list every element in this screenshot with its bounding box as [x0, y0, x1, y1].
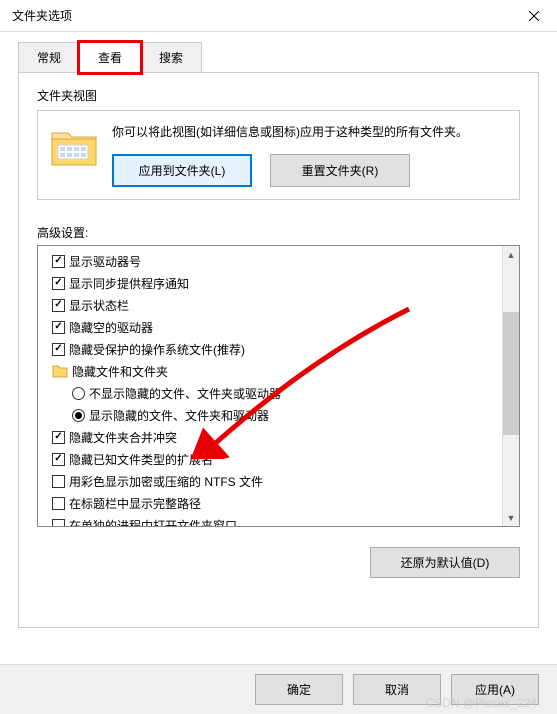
window-title: 文件夹选项	[12, 7, 72, 24]
folder-view-group: 你可以将此视图(如详细信息或图标)应用于这种类型的所有文件夹。 应用到文件夹(L…	[37, 110, 520, 200]
tree-item[interactable]: 不显示隐藏的文件、文件夹或驱动器	[42, 382, 498, 404]
titlebar: 文件夹选项	[0, 0, 557, 32]
reset-folders-button[interactable]: 重置文件夹(R)	[270, 154, 410, 187]
tab-panel-view: 文件夹视图 你可以将此视图(如详细信息或图标)应用于这种类型的所有文件夹。 应用…	[18, 73, 539, 628]
dialog-button-bar: 确定 取消 应用(A)	[0, 664, 557, 714]
close-button[interactable]	[511, 0, 557, 32]
scroll-up-button[interactable]: ▲	[503, 246, 519, 263]
radio[interactable]	[72, 387, 85, 400]
folder-icon	[50, 125, 98, 169]
tab-search[interactable]: 搜索	[140, 42, 202, 72]
tree-item-label: 显示驱动器号	[69, 253, 141, 270]
tree-item[interactable]: 显示状态栏	[42, 294, 498, 316]
checkbox[interactable]	[52, 475, 65, 488]
restore-defaults-button[interactable]: 还原为默认值(D)	[370, 547, 520, 578]
tree-item[interactable]: 隐藏空的驱动器	[42, 316, 498, 338]
scroll-track[interactable]	[503, 263, 519, 509]
tree-item[interactable]: 在单独的进程中打开文件夹窗口	[42, 514, 498, 526]
checkbox[interactable]	[52, 519, 65, 527]
scroll-thumb[interactable]	[503, 312, 519, 435]
tree-item-label: 在标题栏中显示完整路径	[69, 495, 201, 512]
tree-item-label: 在单独的进程中打开文件夹窗口	[69, 517, 237, 527]
folder-view-buttons: 应用到文件夹(L) 重置文件夹(R)	[112, 154, 507, 187]
tree-item[interactable]: 在标题栏中显示完整路径	[42, 492, 498, 514]
tree-item-label: 显示同步提供程序通知	[69, 275, 189, 292]
dialog-body: 常规 查看 搜索 文件夹视图 你可以将此视图(如详细信息或图标)应用于这种类型的…	[0, 32, 557, 628]
folder-view-description: 你可以将此视图(如详细信息或图标)应用于这种类型的所有文件夹。	[112, 123, 507, 142]
checkbox[interactable]	[52, 453, 65, 466]
restore-defaults-row: 还原为默认值(D)	[37, 547, 520, 578]
tree-item[interactable]: 显示隐藏的文件、文件夹和驱动器	[42, 404, 498, 426]
cancel-button[interactable]: 取消	[353, 674, 441, 705]
checkbox[interactable]	[52, 431, 65, 444]
checkbox[interactable]	[52, 277, 65, 290]
checkbox[interactable]	[52, 299, 65, 312]
advanced-tree[interactable]: 显示驱动器号显示同步提供程序通知显示状态栏隐藏空的驱动器隐藏受保护的操作系统文件…	[38, 246, 502, 526]
checkbox[interactable]	[52, 343, 65, 356]
checkbox[interactable]	[52, 497, 65, 510]
tree-item[interactable]: 隐藏文件和文件夹	[42, 360, 498, 382]
tree-item[interactable]: 用彩色显示加密或压缩的 NTFS 文件	[42, 470, 498, 492]
folder-view-label: 文件夹视图	[37, 87, 520, 104]
tree-item-label: 显示隐藏的文件、文件夹和驱动器	[89, 407, 269, 424]
checkbox[interactable]	[52, 321, 65, 334]
tree-item[interactable]: 隐藏文件夹合并冲突	[42, 426, 498, 448]
tree-item-label: 用彩色显示加密或压缩的 NTFS 文件	[69, 473, 263, 490]
tree-item-label: 隐藏文件夹合并冲突	[69, 429, 177, 446]
tree-item-label: 隐藏已知文件类型的扩展名	[69, 451, 213, 468]
scrollbar-vertical[interactable]: ▲ ▼	[502, 246, 519, 526]
tree-item[interactable]: 显示驱动器号	[42, 250, 498, 272]
scroll-down-button[interactable]: ▼	[503, 509, 519, 526]
tree-item[interactable]: 隐藏受保护的操作系统文件(推荐)	[42, 338, 498, 360]
tree-item-label: 不显示隐藏的文件、文件夹或驱动器	[89, 385, 281, 402]
tree-item-label: 隐藏空的驱动器	[69, 319, 153, 336]
folder-icon	[52, 364, 68, 378]
apply-to-folders-button[interactable]: 应用到文件夹(L)	[112, 154, 252, 187]
ok-button[interactable]: 确定	[255, 674, 343, 705]
checkbox[interactable]	[52, 255, 65, 268]
tree-item-label: 隐藏受保护的操作系统文件(推荐)	[69, 341, 245, 358]
tree-item-label: 隐藏文件和文件夹	[72, 363, 168, 380]
tab-view[interactable]: 查看	[79, 42, 141, 73]
advanced-settings-label: 高级设置:	[37, 224, 520, 241]
close-icon	[529, 11, 539, 21]
folder-view-text: 你可以将此视图(如详细信息或图标)应用于这种类型的所有文件夹。 应用到文件夹(L…	[112, 123, 507, 187]
apply-button[interactable]: 应用(A)	[451, 674, 539, 705]
tab-general[interactable]: 常规	[18, 42, 80, 72]
tree-item[interactable]: 隐藏已知文件类型的扩展名	[42, 448, 498, 470]
advanced-settings-list: 显示驱动器号显示同步提供程序通知显示状态栏隐藏空的驱动器隐藏受保护的操作系统文件…	[37, 245, 520, 527]
tree-item-label: 显示状态栏	[69, 297, 129, 314]
tab-strip: 常规 查看 搜索	[18, 42, 539, 73]
tree-item[interactable]: 显示同步提供程序通知	[42, 272, 498, 294]
radio[interactable]	[72, 409, 85, 422]
